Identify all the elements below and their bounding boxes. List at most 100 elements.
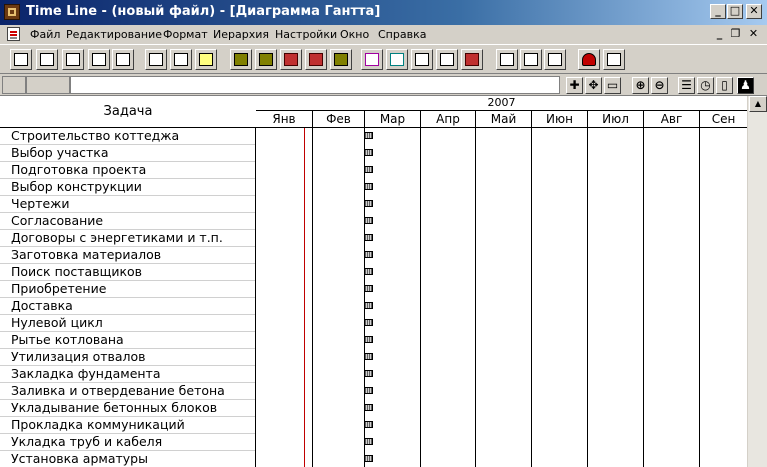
zoom-in-icon[interactable]: ⊕	[632, 77, 649, 94]
font-f-icon[interactable]	[361, 49, 383, 70]
task-row[interactable]: Укладывание бетонных блоков	[0, 400, 255, 417]
task-row[interactable]: Доставка	[0, 298, 255, 315]
task-column-header[interactable]: Задача	[0, 96, 256, 128]
face-icon[interactable]	[578, 49, 600, 70]
paste-icon[interactable]	[170, 49, 192, 70]
task-row[interactable]: Выбор конструкции	[0, 179, 255, 196]
task-edit-field[interactable]	[70, 76, 560, 94]
task-bar[interactable]	[364, 370, 373, 377]
task-bar[interactable]	[364, 404, 373, 411]
app-icon[interactable]	[4, 4, 20, 20]
task-row[interactable]: Заготовка материалов	[0, 247, 255, 264]
zoom-out-icon[interactable]: ⊖	[651, 77, 668, 94]
menu-file[interactable]: Файл	[30, 28, 60, 41]
task-bar[interactable]	[364, 336, 373, 343]
window-icon[interactable]: ▭	[604, 77, 621, 94]
mdi-close-button[interactable]: ✕	[746, 28, 761, 41]
document-icon[interactable]	[7, 27, 20, 41]
month-header: Фев	[312, 111, 364, 128]
month-header: Мар	[364, 111, 420, 128]
task-bar[interactable]	[364, 285, 373, 292]
task-row[interactable]: Выбор участка	[0, 145, 255, 162]
task-bar[interactable]	[364, 421, 373, 428]
task-bar[interactable]	[364, 302, 373, 309]
maximize-button[interactable]: □	[727, 4, 743, 19]
task-row[interactable]: Нулевой цикл	[0, 315, 255, 332]
menu-format[interactable]: Формат	[163, 28, 208, 41]
list-icon[interactable]	[255, 49, 277, 70]
task-bar[interactable]	[364, 438, 373, 445]
month-grid-line	[587, 128, 588, 467]
task-row[interactable]: Рытье котлована	[0, 332, 255, 349]
month-header: Июл	[587, 111, 643, 128]
task-row[interactable]: Заливка и отвердевание бетона	[0, 383, 255, 400]
task-row[interactable]: Установка арматуры	[0, 451, 255, 467]
font-h-icon[interactable]	[386, 49, 408, 70]
task-row[interactable]: Поиск поставщиков	[0, 264, 255, 281]
help-pointer-icon[interactable]	[603, 49, 625, 70]
minimize-button[interactable]: _	[710, 4, 726, 19]
task-row[interactable]: Прокладка коммуникаций	[0, 417, 255, 434]
move-icon[interactable]: ✥	[585, 77, 602, 94]
task-bar[interactable]	[364, 166, 373, 173]
menu-help[interactable]: Справка	[378, 28, 426, 41]
new-icon[interactable]	[36, 49, 58, 70]
task-row[interactable]: Строительство коттеджа	[0, 128, 255, 145]
mdi-restore-button[interactable]: ❐	[728, 28, 743, 41]
percent-100-icon[interactable]	[544, 49, 566, 70]
copy-window-icon[interactable]	[88, 49, 110, 70]
sort-icon[interactable]	[330, 49, 352, 70]
outdent-icon[interactable]	[280, 49, 302, 70]
today-line	[304, 128, 305, 467]
add-icon[interactable]: ✚	[566, 77, 583, 94]
print-icon[interactable]	[62, 49, 84, 70]
task-row[interactable]: Утилизация отвалов	[0, 349, 255, 366]
task-row[interactable]: Закладка фундамента	[0, 366, 255, 383]
grid-icon[interactable]	[496, 49, 518, 70]
scroll-up-arrow[interactable]: ▲	[749, 96, 767, 112]
gantt-chart[interactable]: 2007 Янв Фев Мар Апр Май Июн Июл Авг Сен	[256, 96, 747, 467]
month-grid-line	[699, 128, 700, 467]
menu-window[interactable]: Окно	[340, 28, 369, 41]
vertical-scrollbar[interactable]: ▲	[747, 96, 767, 467]
month-grid-line	[643, 128, 644, 467]
new-project-icon[interactable]	[10, 49, 32, 70]
close-button[interactable]: ✕	[746, 4, 762, 19]
resource-icon[interactable]	[436, 49, 458, 70]
menu-hierarchy[interactable]: Иерархия	[213, 28, 269, 41]
link-icon[interactable]	[411, 49, 433, 70]
task-row[interactable]: Подготовка проекта	[0, 162, 255, 179]
month-header: Апр	[420, 111, 475, 128]
task-row[interactable]: Приобретение	[0, 281, 255, 298]
task-row[interactable]: Укладка труб и кабеля	[0, 434, 255, 451]
task-bar[interactable]	[364, 251, 373, 258]
task-bar[interactable]	[364, 149, 373, 156]
task-bar[interactable]	[364, 387, 373, 394]
task-bar[interactable]	[364, 234, 373, 241]
outline-icon[interactable]	[230, 49, 252, 70]
menu-edit[interactable]: Редактирование	[66, 28, 162, 41]
task-bar[interactable]	[364, 132, 373, 139]
note-icon[interactable]: ▯	[716, 77, 733, 94]
mdi-minimize-button[interactable]: _	[712, 28, 727, 41]
calendar-icon[interactable]	[461, 49, 483, 70]
multi-window-icon[interactable]	[520, 49, 542, 70]
indent-icon[interactable]	[305, 49, 327, 70]
list-view-icon[interactable]: ☰	[678, 77, 695, 94]
task-bar[interactable]	[364, 268, 373, 275]
task-row[interactable]: Чертежи	[0, 196, 255, 213]
task-bar[interactable]	[364, 217, 373, 224]
table-icon[interactable]	[112, 49, 134, 70]
task-row[interactable]: Договоры с энергетиками и т.п.	[0, 230, 255, 247]
clock-icon[interactable]: ◷	[697, 77, 714, 94]
task-bar[interactable]	[364, 200, 373, 207]
task-bar[interactable]	[364, 183, 373, 190]
cut-icon[interactable]	[145, 49, 167, 70]
task-bar[interactable]	[364, 353, 373, 360]
task-bar[interactable]	[364, 319, 373, 326]
person-icon[interactable]: ♟	[737, 77, 754, 94]
paste-special-icon[interactable]	[195, 49, 217, 70]
task-row[interactable]: Согласование	[0, 213, 255, 230]
menu-settings[interactable]: Настройки	[275, 28, 337, 41]
task-bar[interactable]	[364, 455, 373, 462]
